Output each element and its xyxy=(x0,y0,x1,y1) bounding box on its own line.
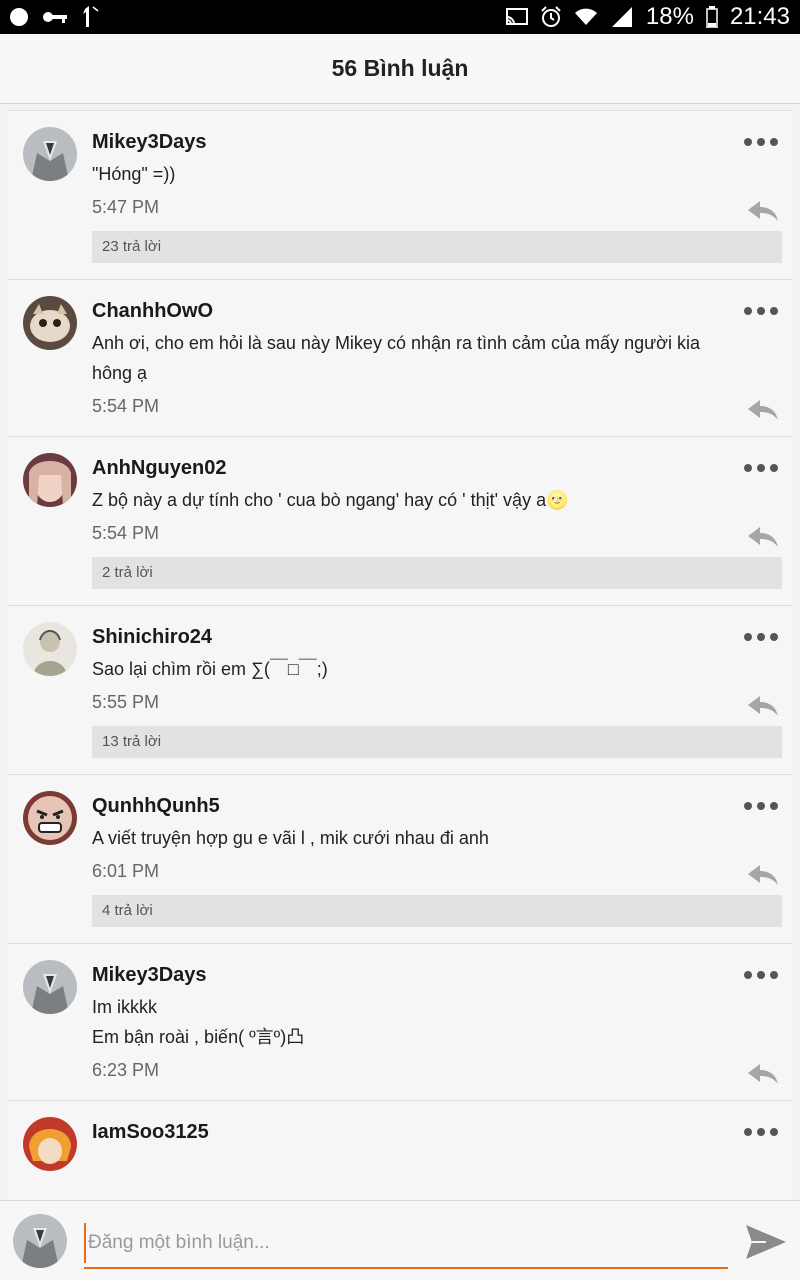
comment-time: 5:54 PM xyxy=(92,523,160,543)
data-arrow-icon xyxy=(82,5,100,29)
comment-time: 6:23 PM xyxy=(92,1060,160,1080)
comment-item: IamSoo3125 xyxy=(8,1101,792,1200)
signal-icon xyxy=(610,6,634,28)
wifi-icon xyxy=(574,7,598,27)
avatar xyxy=(13,1214,67,1268)
comment-input[interactable] xyxy=(84,1223,728,1263)
comment-item: QunhhQunh5 A viết truyện hợp gu e vãi l … xyxy=(8,775,792,944)
avatar[interactable] xyxy=(23,960,77,1014)
comment-input-wrapper xyxy=(84,1223,728,1269)
avatar[interactable] xyxy=(23,622,77,676)
comment-time: 5:55 PM xyxy=(92,692,160,712)
comment-username[interactable]: Mikey3Days xyxy=(92,127,782,159)
comment-text: "Hóng" =)) xyxy=(92,164,176,184)
comment-username[interactable]: Shinichiro24 xyxy=(92,622,782,654)
more-options-button[interactable] xyxy=(744,459,778,477)
battery-percent: 18% xyxy=(645,3,694,30)
key-icon xyxy=(42,10,68,24)
reply-icon[interactable] xyxy=(746,694,780,718)
comment-time: 6:01 PM xyxy=(92,861,160,881)
comment-username[interactable]: AnhNguyen02 xyxy=(92,453,782,485)
comment-item: ChanhhOwO Anh ơi, cho em hỏi là sau này … xyxy=(8,280,792,437)
comment-username[interactable]: ChanhhOwO xyxy=(92,296,782,328)
comment-composer xyxy=(0,1200,800,1280)
more-options-button[interactable] xyxy=(744,133,778,151)
more-options-button[interactable] xyxy=(744,1123,778,1141)
comment-text: Em bận roài , biến( º言º)凸 xyxy=(92,1027,305,1047)
view-replies-button[interactable]: 23 trả lời xyxy=(92,231,782,263)
comment-username[interactable]: QunhhQunh5 xyxy=(92,791,782,823)
reply-icon[interactable] xyxy=(746,1062,780,1086)
comment-item: Shinichiro24 Sao lại chìm rồi em ∑(￣□￣;)… xyxy=(8,606,792,775)
reply-icon[interactable] xyxy=(746,525,780,549)
comment-list[interactable]: Mikey3Days "Hóng" =)) 5:47 PM 23 trả lời… xyxy=(0,104,800,1200)
reply-icon[interactable] xyxy=(746,863,780,887)
comment-username[interactable]: IamSoo3125 xyxy=(92,1117,782,1149)
alarm-icon xyxy=(540,6,562,28)
view-replies-button[interactable]: 13 trả lời xyxy=(92,726,782,758)
comment-text-truncated xyxy=(92,1149,782,1200)
page-title: 56 Bình luận xyxy=(331,55,469,81)
avatar[interactable] xyxy=(23,791,77,845)
more-options-button[interactable] xyxy=(744,797,778,815)
comment-text: hông ạ xyxy=(92,363,148,383)
avatar[interactable] xyxy=(23,127,77,181)
clock: 21:43 xyxy=(729,3,790,30)
comment-text: Sao lại chìm rồi em ∑(￣□￣;) xyxy=(92,659,328,679)
battery-icon xyxy=(706,6,718,28)
view-replies-button[interactable]: 2 trả lời xyxy=(92,557,782,589)
reply-icon[interactable] xyxy=(746,398,780,422)
comment-username[interactable]: Mikey3Days xyxy=(92,960,782,992)
avatar[interactable] xyxy=(23,1117,77,1171)
more-options-button[interactable] xyxy=(744,966,778,984)
comment-text: Z bộ này a dự tính cho ' cua bò ngang' h… xyxy=(92,490,569,510)
comment-time: 5:47 PM xyxy=(92,197,160,217)
circle-icon xyxy=(10,8,28,26)
cast-icon xyxy=(505,7,528,27)
reply-icon[interactable] xyxy=(746,199,780,223)
comment-text: Im ikkkk xyxy=(92,997,157,1017)
send-icon[interactable] xyxy=(744,1221,788,1263)
avatar[interactable] xyxy=(23,296,77,350)
comment-text: Anh ơi, cho em hỏi là sau này Mikey có n… xyxy=(92,333,700,353)
avatar[interactable] xyxy=(23,453,77,507)
comment-text: A viết truyện hợp gu e vãi l , mik cưới … xyxy=(92,828,489,848)
status-bar: 18% 21:43 xyxy=(0,0,800,34)
comment-item: AnhNguyen02 Z bộ này a dự tính cho ' cua… xyxy=(8,437,792,606)
comment-time: 5:54 PM xyxy=(92,396,160,416)
comment-item: Mikey3Days "Hóng" =)) 5:47 PM 23 trả lời xyxy=(8,111,792,280)
more-options-button[interactable] xyxy=(744,628,778,646)
comment-item: Mikey3Days Im ikkkk Em bận roài , biến( … xyxy=(8,944,792,1101)
view-replies-button[interactable]: 4 trả lời xyxy=(92,895,782,927)
header: 56 Bình luận xyxy=(0,34,800,104)
more-options-button[interactable] xyxy=(744,302,778,320)
